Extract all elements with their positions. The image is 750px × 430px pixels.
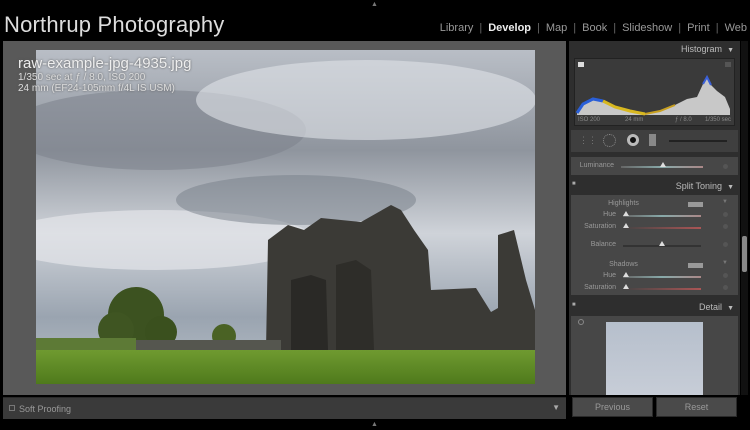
highlights-saturation-knob[interactable] (623, 223, 629, 228)
photo-filename: raw-example-jpg-4935.jpg (18, 55, 192, 72)
module-map[interactable]: Map (540, 22, 573, 34)
module-develop[interactable]: Develop (482, 22, 537, 34)
highlights-saturation-label: Saturation (584, 223, 616, 230)
shadows-saturation-label: Saturation (584, 284, 616, 291)
histogram-aperture: ƒ / 8.0 (675, 117, 692, 123)
right-panel-scrollbar[interactable] (741, 41, 748, 395)
photo-lens: 24 mm (EF24-105mm f/4L IS USM) (18, 83, 175, 94)
histogram-iso: ISO 200 (578, 117, 601, 123)
reset-dot[interactable] (723, 224, 728, 229)
histogram-header[interactable]: Histogram ▼ (681, 44, 734, 54)
reset-dot[interactable] (723, 164, 728, 169)
module-book[interactable]: Book (576, 22, 613, 34)
histogram-focal: 24 mm (625, 117, 644, 123)
red-eye-icon[interactable] (627, 134, 639, 146)
module-picker: Library | Develop | Map | Book | Slideshow | … (434, 22, 747, 34)
histogram-shutter: 1/350 sec (704, 117, 731, 123)
brush-slider[interactable] (669, 140, 727, 142)
split-toning-panel: Highlights ▼ Hue Saturation Balance Shad… (571, 195, 738, 295)
previous-button[interactable]: Previous (572, 397, 653, 417)
detail-header[interactable]: Detail ▼ (699, 302, 734, 312)
top-panel-toggle[interactable]: ▲ (371, 1, 378, 8)
shadows-hue-knob[interactable] (623, 272, 629, 277)
module-library[interactable]: Library (434, 22, 480, 34)
highlights-swatch[interactable] (688, 202, 703, 207)
balance-knob[interactable] (659, 241, 665, 246)
detail-panel (571, 316, 738, 395)
toolbar-dropdown-icon[interactable]: ▼ (552, 403, 560, 412)
soft-proofing-checkbox[interactable] (9, 405, 15, 411)
shadows-saturation-knob[interactable] (623, 284, 629, 289)
right-panel: Histogram ▼ ISO 200 24 mm ƒ / 8.0 1/350 s… (569, 41, 740, 395)
highlights-label: Highlights (608, 200, 639, 207)
highlights-hue-knob[interactable] (623, 211, 629, 216)
shadows-swatch[interactable] (688, 263, 703, 268)
highlights-hue-slider[interactable] (623, 215, 701, 217)
disclosure-icon: ▼ (722, 260, 728, 266)
graduated-filter-icon[interactable] (649, 134, 656, 146)
panel-pin-icon[interactable]: ■ (572, 181, 576, 187)
shadows-saturation-slider[interactable] (623, 288, 701, 290)
bottom-panel-toggle[interactable]: ▲ (371, 421, 378, 428)
shadows-hue-label: Hue (603, 272, 616, 279)
luminance-label: Luminance (579, 162, 614, 169)
photo-info-overlay: raw-example-jpg-4935.jpg 1/350 sec at ƒ … (18, 55, 191, 94)
identity-plate: Northrup Photography (4, 12, 225, 37)
histogram: ISO 200 24 mm ƒ / 8.0 1/350 sec (574, 58, 735, 126)
soft-proofing-label[interactable]: Soft Proofing (19, 404, 71, 414)
collapse-icon: ▼ (727, 47, 734, 54)
tool-strip: ⋮⋮ (571, 130, 738, 152)
luminance-knob[interactable] (660, 162, 666, 167)
panel-pin-icon[interactable]: ■ (572, 302, 576, 308)
reset-dot[interactable] (723, 273, 728, 278)
scrollbar-thumb[interactable] (742, 236, 747, 272)
disclosure-icon: ▼ (722, 199, 728, 205)
detail-target-icon[interactable] (578, 319, 584, 325)
toolbar: Soft Proofing ▼ (3, 397, 566, 419)
module-slideshow[interactable]: Slideshow (616, 22, 678, 34)
balance-label: Balance (590, 241, 616, 248)
detail-preview[interactable] (606, 322, 703, 395)
photo-exposure: 1/350 sec at ƒ / 8.0, ISO 200 (18, 72, 146, 83)
module-web[interactable]: Web (719, 22, 747, 34)
reset-dot[interactable] (723, 242, 728, 247)
reset-dot[interactable] (723, 212, 728, 217)
shadows-label: Shadows (609, 261, 638, 268)
highlights-saturation-slider[interactable] (623, 227, 701, 229)
crop-tool-icon[interactable]: ⋮⋮ (579, 135, 597, 146)
luminance-row: Luminance (571, 157, 738, 175)
module-print[interactable]: Print (681, 22, 716, 34)
shadows-hue-slider[interactable] (623, 276, 701, 278)
reset-button[interactable]: Reset (656, 397, 737, 417)
highlights-hue-label: Hue (603, 211, 616, 218)
photo-ruin-landscape[interactable] (36, 50, 535, 384)
split-toning-header[interactable]: Split Toning ▼ (676, 181, 734, 191)
spot-removal-icon[interactable] (603, 134, 616, 147)
reset-dot[interactable] (723, 285, 728, 290)
image-viewer: raw-example-jpg-4935.jpg 1/350 sec at ƒ … (3, 41, 566, 395)
